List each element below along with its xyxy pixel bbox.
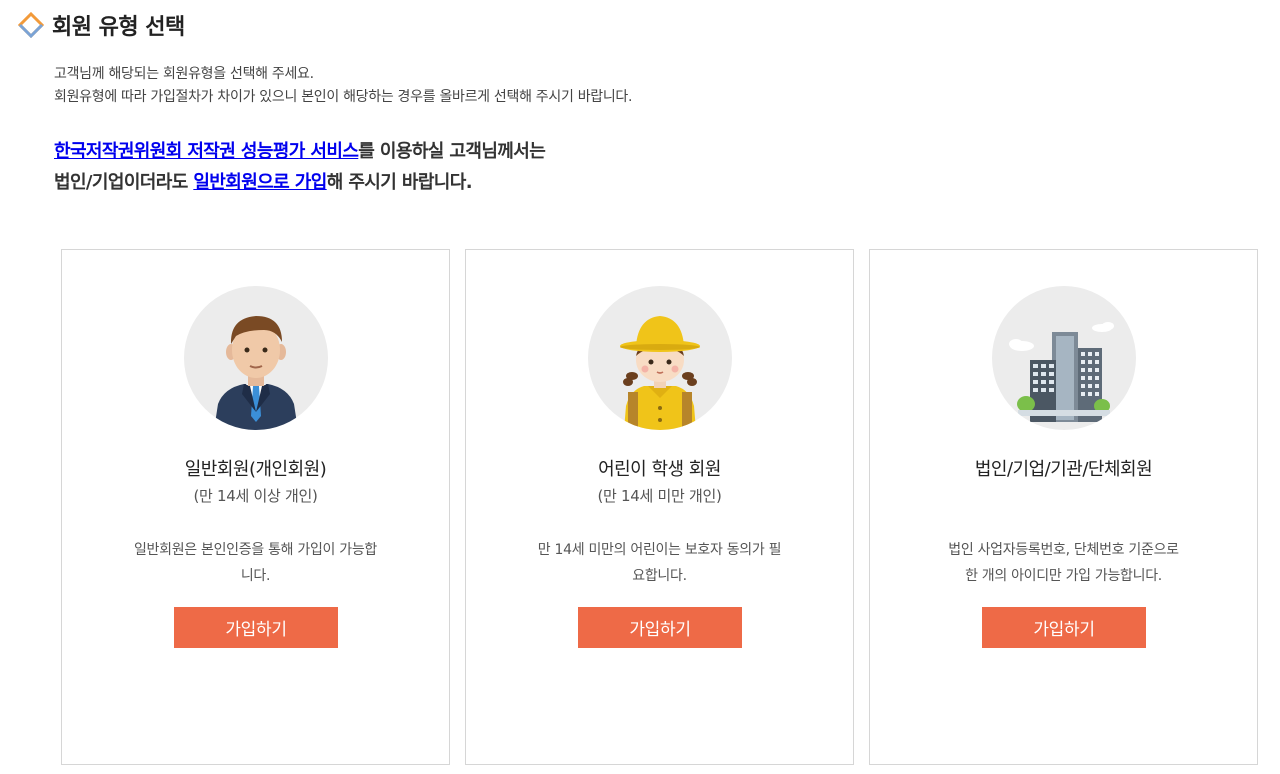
diamond-outline-icon: [18, 12, 44, 38]
page-title: 회원 유형 선택: [52, 15, 185, 40]
card-subtitle: (만 14세 이상 개인): [193, 487, 318, 505]
intro-line-1: 고객님께 해당되는 회원유형을 선택해 주세요.: [54, 66, 314, 82]
notice-text: 한국저작권위원회 저작권 성능평가 서비스를 이용하실 고객님께서는 법인/기업…: [54, 136, 546, 198]
page-header: 회원 유형 선택: [18, 8, 185, 42]
card-description: 법인 사업자등록번호, 단체번호 기준으로 한 개의 아이디만 가입 가능합니다…: [900, 537, 1227, 589]
card-subtitle: (만 14세 미만 개인): [597, 487, 722, 505]
card-title: 일반회원(개인회원): [184, 459, 327, 480]
notice-line-2: 법인/기업이더라도 일반회원으로 가입해 주시기 바랍니다.: [54, 167, 545, 198]
member-type-card-corporate: 법인/기업/기관/단체회원 법인 사업자등록번호, 단체번호 기준으로 한 개의…: [869, 249, 1258, 765]
card-desc-line-1: 만 14세 미만의 어린이는 보호자 동의가 필: [537, 542, 782, 558]
intro-text: 고객님께 해당되는 회원유형을 선택해 주세요. 회원유형에 따라 가입절차가 …: [54, 63, 632, 109]
member-type-card-child: 어린이 학생 회원 (만 14세 미만 개인) 만 14세 미만의 어린이는 보…: [465, 249, 854, 765]
notice-text-2: 법인/기업이더라도: [54, 172, 194, 193]
card-desc-line-1: 일반회원은 본인인증을 통해 가입이 가능합: [133, 542, 378, 558]
join-corporate-button[interactable]: 가입하기: [982, 607, 1146, 648]
businessman-avatar-icon: [184, 286, 328, 430]
notice-text-1: 를 이용하실 고객님께서는: [358, 141, 546, 162]
intro-line-2: 회원유형에 따라 가입절차가 차이가 있으니 본인이 해당하는 경우를 올바르게…: [54, 89, 633, 105]
join-child-button[interactable]: 가입하기: [578, 607, 742, 648]
card-description: 만 14세 미만의 어린이는 보호자 동의가 필 요합니다.: [504, 537, 815, 589]
card-title: 어린이 학생 회원: [598, 459, 721, 480]
card-description: 일반회원은 본인인증을 통해 가입이 가능합 니다.: [100, 537, 411, 589]
card-desc-line-2: 니다.: [240, 568, 271, 584]
child-student-avatar-icon: [588, 286, 732, 430]
notice-line-1: 한국저작권위원회 저작권 성능평가 서비스를 이용하실 고객님께서는: [54, 136, 546, 167]
join-general-button[interactable]: 가입하기: [174, 607, 338, 648]
member-type-card-general: 일반회원(개인회원) (만 14세 이상 개인) 일반회원은 본인인증을 통해 …: [61, 249, 450, 765]
notice-text-3: 해 주시기 바랍니다.: [326, 172, 473, 193]
general-member-join-link[interactable]: 일반회원으로 가입: [193, 172, 327, 193]
card-desc-line-1: 법인 사업자등록번호, 단체번호 기준으로: [948, 542, 1179, 558]
card-desc-line-2: 한 개의 아이디만 가입 가능합니다.: [965, 568, 1162, 584]
card-title: 법인/기업/기관/단체회원: [974, 459, 1153, 480]
card-desc-line-2: 요합니다.: [632, 568, 687, 584]
performance-service-link[interactable]: 한국저작권위원회 저작권 성능평가 서비스: [54, 141, 359, 162]
buildings-icon: [992, 286, 1136, 430]
